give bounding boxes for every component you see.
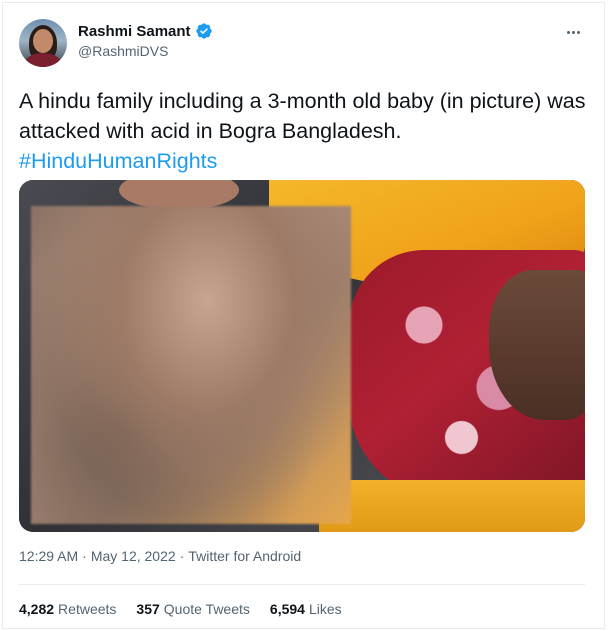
tweet-meta: 12:29 AM · May 12, 2022 · Twitter for An…: [19, 548, 301, 564]
verified-badge-icon: [195, 22, 213, 40]
avatar-body: [25, 53, 61, 67]
hashtag-link[interactable]: #HinduHumanRights: [19, 146, 589, 176]
tweet-media-image[interactable]: [19, 180, 585, 532]
quote-tweets-count: 357: [136, 601, 160, 617]
likes-label: Likes: [308, 601, 342, 617]
media-blurred-region: [31, 206, 351, 524]
meta-separator: ·: [179, 548, 185, 564]
author-handle[interactable]: @RashmiDVS: [78, 43, 168, 59]
retweets-label: Retweets: [58, 601, 117, 617]
likes-count: 6,594: [269, 601, 305, 617]
likes-stat[interactable]: 6,594 Likes: [270, 601, 342, 617]
tweet-text: A hindu family including a 3-month old b…: [19, 86, 589, 176]
author-avatar[interactable]: [19, 19, 67, 67]
author-display-name[interactable]: Rashmi Samant: [78, 23, 191, 40]
meta-separator: ·: [82, 548, 87, 564]
tweet-date[interactable]: May 12, 2022: [91, 548, 176, 564]
divider: [19, 584, 585, 585]
more-options-icon[interactable]: [563, 22, 583, 42]
tweet-source[interactable]: Twitter for Android: [188, 548, 301, 564]
tweet-stats: 4,282 Retweets 357 Quote Tweets 6,594 Li…: [19, 601, 342, 617]
quote-tweets-label: Quote Tweets: [163, 601, 250, 617]
tweet-time[interactable]: 12:29 AM: [19, 548, 78, 564]
retweets-count: 4,282: [19, 601, 55, 617]
author-name-row[interactable]: Rashmi Samant: [78, 22, 213, 40]
media-yellow-cloth-bottom: [319, 480, 585, 532]
avatar-face: [33, 29, 53, 53]
retweets-stat[interactable]: 4,282 Retweets: [19, 601, 116, 617]
tweet-body: A hindu family including a 3-month old b…: [19, 89, 586, 143]
quote-tweets-stat[interactable]: 357 Quote Tweets: [136, 601, 250, 617]
